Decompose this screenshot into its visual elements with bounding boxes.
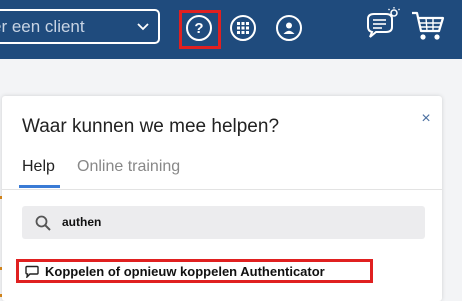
- tab-online-training[interactable]: Online training: [77, 158, 180, 176]
- top-navigation-bar: er een client ?: [0, 0, 462, 59]
- apps-button[interactable]: [230, 15, 256, 41]
- help-panel: Waar kunnen we mee helpen? × Help Online…: [2, 96, 442, 301]
- close-icon[interactable]: ×: [419, 111, 433, 127]
- user-account-button[interactable]: [276, 15, 302, 41]
- tab-help[interactable]: Help: [22, 158, 55, 176]
- grid-icon: [237, 22, 249, 34]
- client-select-text: er een client: [0, 16, 85, 36]
- client-select[interactable]: er een client: [0, 9, 160, 44]
- chevron-down-icon: [137, 23, 149, 31]
- search-result-item[interactable]: Koppelen of opnieuw koppelen Authenticat…: [16, 259, 373, 283]
- search-query-text: authen: [62, 215, 102, 229]
- help-button-highlight: [179, 10, 221, 49]
- chat-bubble-icon: [25, 265, 39, 278]
- active-tab-indicator: [19, 185, 60, 188]
- help-panel-title: Waar kunnen we mee helpen?: [22, 116, 280, 137]
- user-icon: [283, 22, 295, 34]
- chat-idea-icon[interactable]: [364, 7, 400, 43]
- search-icon: [35, 215, 51, 231]
- tab-divider: [2, 189, 442, 190]
- search-result-label: Koppelen of opnieuw koppelen Authenticat…: [45, 263, 325, 279]
- shopping-cart-icon[interactable]: [410, 9, 446, 45]
- help-search-input[interactable]: authen: [22, 206, 425, 239]
